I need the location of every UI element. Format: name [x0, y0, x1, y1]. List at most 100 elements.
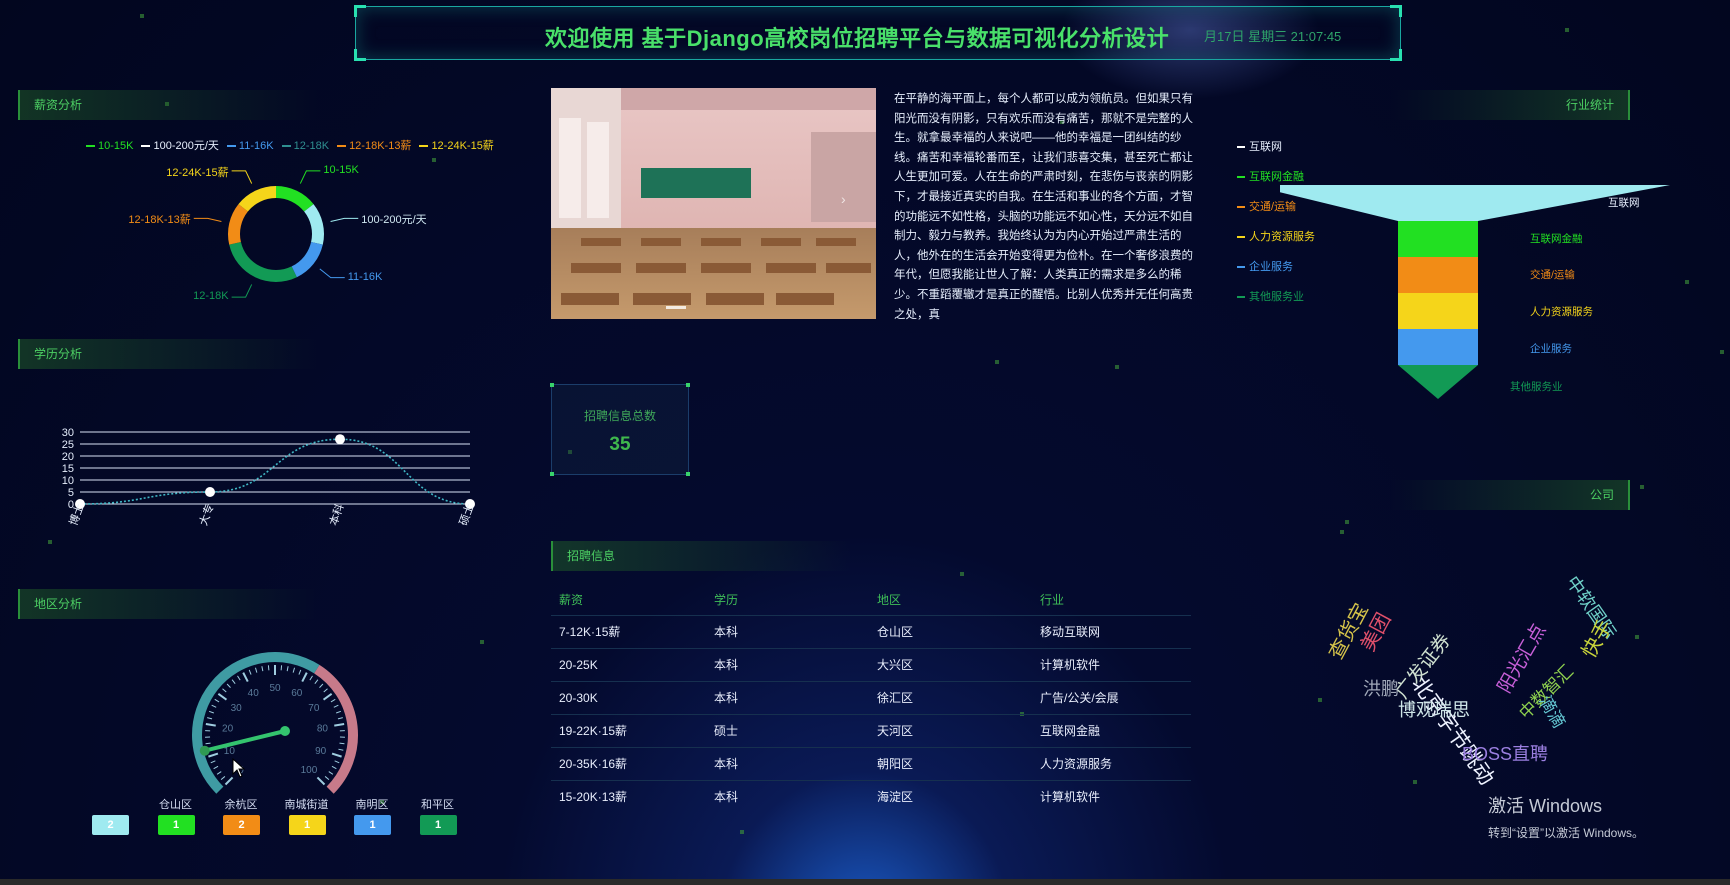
- table-cell: 人力资源服务: [1040, 747, 1191, 781]
- gauge-tick: [226, 683, 231, 688]
- mouse-cursor-icon: [232, 758, 246, 778]
- funnel-stage: [1398, 329, 1478, 365]
- bottom-bar: [0, 879, 1730, 885]
- section-salary: 薪资分析: [18, 90, 318, 120]
- region-count-chip[interactable]: 2: [92, 815, 129, 835]
- funnel-stage: [1398, 365, 1478, 399]
- section-jobs: 招聘信息: [551, 541, 851, 571]
- gauge-tick: [207, 717, 213, 720]
- table-cell: 计算机软件: [1040, 648, 1191, 682]
- table-cell: 广告/公关/会展: [1040, 681, 1191, 715]
- gauge-tick: [331, 752, 342, 758]
- region-count-chip[interactable]: 1: [288, 815, 326, 835]
- region-label: 余杭区: [224, 799, 258, 811]
- gauge-tick: [237, 675, 241, 681]
- company-word[interactable]: BOSS直聘: [1462, 740, 1548, 766]
- table-cell: 朝阳区: [877, 747, 1040, 781]
- gauge-tick: [286, 666, 289, 672]
- col-education: 学历: [714, 585, 877, 616]
- table-cell: 19-22K·15薪: [551, 714, 714, 748]
- gauge-tick: [334, 760, 340, 764]
- table-cell: 计算机软件: [1040, 780, 1191, 803]
- salary-legend-item[interactable]: 10-15K: [86, 140, 133, 152]
- table-cell: 徐汇区: [877, 681, 1040, 715]
- industry-funnel-chart: [1280, 185, 1670, 399]
- section-industry: 行业统计: [1390, 90, 1630, 120]
- page-title: 欢迎使用 基于Django高校岗位招聘平台与数据可视化分析设计: [545, 26, 1170, 51]
- region-gauge: 010203040 50 60708090100: [192, 652, 358, 794]
- region-count-chip[interactable]: 1: [354, 815, 391, 835]
- table-cell: 硕士: [714, 714, 877, 748]
- y-tick-label: 5: [68, 487, 74, 499]
- y-tick-label: 20: [62, 451, 74, 463]
- job-count-label: 招聘信息总数: [583, 409, 656, 423]
- gauge-tick: [224, 776, 234, 786]
- gauge-tick: [337, 717, 343, 720]
- salary-legend-item[interactable]: 100-200元/天: [141, 137, 219, 153]
- gauge-tick: [324, 776, 330, 781]
- table-row[interactable]: 19-22K·15薪 硕士 天河区 互联网金融: [551, 714, 1191, 748]
- region-label: 南明区: [355, 799, 389, 811]
- table-row[interactable]: 15-20K·13薪 本科 海淀区 计算机软件: [551, 780, 1191, 803]
- gauge-tick: [298, 669, 302, 675]
- salary-legend-item[interactable]: 12-18K: [281, 140, 329, 152]
- gauge-needle-end: [199, 745, 210, 756]
- col-industry: 行业: [1040, 585, 1191, 616]
- education-series-line: [79, 438, 471, 505]
- table-cell: 移动互联网: [1040, 615, 1191, 649]
- gauge-tick: [211, 704, 217, 708]
- gauge-tick: [335, 710, 342, 714]
- funnel-stage: [1398, 293, 1478, 329]
- table-row[interactable]: 7-12K·15薪 本科 仓山区 移动互联网: [551, 615, 1191, 649]
- table-cell: 本科: [714, 648, 877, 682]
- education-line-chart: 051015202530博士 大专 本科 硕士: [62, 427, 477, 527]
- section-region: 地区分析: [18, 589, 318, 619]
- gauge-tick: [231, 679, 236, 684]
- region-count-chip[interactable]: 1: [419, 815, 457, 835]
- table-cell: 20-25K: [551, 648, 714, 682]
- classroom-image: ›: [551, 88, 876, 319]
- table-row[interactable]: 20-30K 本科 徐汇区 广告/公关/会展: [551, 681, 1191, 715]
- table-cell: 本科: [714, 615, 877, 649]
- table-cell: 海淀区: [877, 780, 1040, 803]
- gauge-tick: [261, 666, 264, 672]
- salary-label-line: [231, 170, 253, 184]
- salary-donut-chart: [193, 170, 359, 298]
- region-label: 南城街道: [284, 799, 329, 811]
- table-cell: 本科: [714, 747, 877, 781]
- salary-legend-item[interactable]: 12-18K-13薪: [337, 137, 411, 153]
- table-row[interactable]: 20-25K 本科 大兴区 计算机软件: [551, 648, 1191, 682]
- salary-slice-label: 12-18K-13薪: [128, 214, 191, 227]
- company-word[interactable]: 博观瑞思: [1398, 696, 1470, 722]
- gauge-tick: [205, 723, 216, 727]
- gauge-tick-label: 60: [291, 688, 303, 699]
- region-count-chip[interactable]: 1: [157, 815, 195, 835]
- education-point: [335, 434, 345, 445]
- salary-label-line: [193, 217, 222, 223]
- jobs-table-container[interactable]: 薪资 学历 地区 行业 7-12K·15薪 本科 仓山区 移动互联网 20-25K 本科大…: [551, 585, 1201, 803]
- table-row[interactable]: 20-35K·16薪 本科 朝阳区 人力资源服务: [551, 747, 1191, 781]
- company-word[interactable]: 洪鹏: [1363, 675, 1399, 701]
- region-count-chip[interactable]: 2: [223, 815, 260, 835]
- watermark-subtitle: 转到“设置”以激活 Windows。: [1488, 826, 1645, 840]
- gauge-tick-label: 40: [248, 688, 260, 699]
- x-tick-label: 本科: [326, 502, 347, 527]
- gauge-tick-label: 70: [308, 703, 320, 714]
- gauge-arc-low: [192, 652, 320, 794]
- salary-slice: [304, 204, 324, 245]
- gauge-tick: [292, 667, 296, 673]
- salary-slice: [276, 186, 314, 212]
- region-label: 仓山区: [159, 799, 192, 811]
- gauge-tick: [254, 667, 258, 673]
- salary-legend-item[interactable]: 12-24K-15薪: [419, 137, 494, 153]
- gauge-tick: [216, 771, 222, 775]
- salary-label-line: [299, 170, 321, 184]
- industry-legend-item[interactable]: 互联网: [1237, 138, 1282, 154]
- watermark-title: 激活 Windows: [1488, 796, 1603, 816]
- salary-slice: [238, 186, 276, 212]
- funnel-stage-label: 互联网金融: [1530, 233, 1583, 245]
- company-word[interactable]: 北京字节跳动: [1405, 670, 1502, 790]
- salary-legend-item[interactable]: 11-16K: [226, 140, 274, 152]
- gauge-tick-label: 80: [317, 723, 329, 734]
- gauge-tick: [309, 675, 313, 681]
